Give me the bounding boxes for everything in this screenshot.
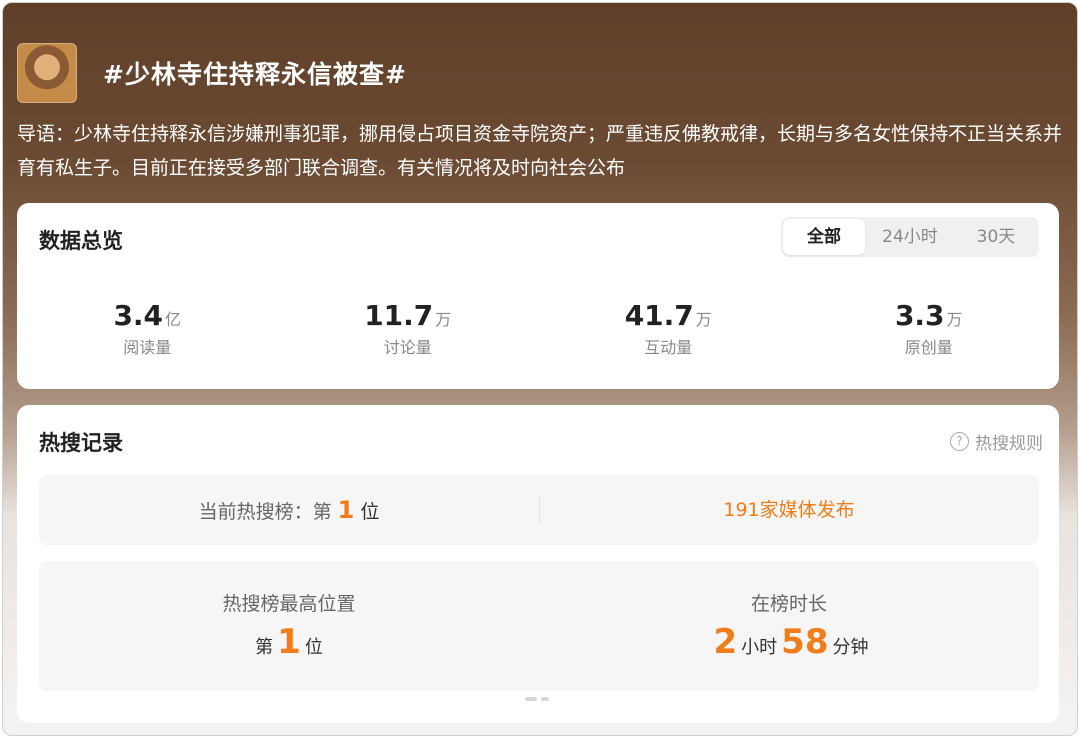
stat-label: 讨论量: [383, 338, 432, 357]
stat-unit: 万: [946, 310, 963, 329]
topic-page: #少林寺住持释永信被查# 导语：少林寺住持释永信涉嫌刑事犯罪，挪用侵占项目资金寺…: [2, 2, 1078, 736]
peak-position: 热搜榜最高位置 第1位: [39, 561, 539, 691]
peak-prefix: 第: [255, 637, 274, 658]
topic-header: #少林寺住持释永信被查#: [17, 41, 407, 105]
stat-unit: 亿: [165, 310, 182, 329]
stat-label: 原创量: [904, 338, 953, 357]
current-rank-prefix: 当前热搜榜：第: [198, 501, 332, 523]
topic-title: #少林寺住持释永信被查#: [103, 60, 407, 89]
stat-unit: 万: [435, 310, 452, 329]
peak-suffix: 位: [304, 637, 323, 658]
tab-all[interactable]: 全部: [783, 219, 865, 255]
current-rank-suffix: 位: [360, 501, 380, 523]
current-rank: 当前热搜榜：第 1 位: [39, 475, 539, 545]
stat-label: 阅读量: [123, 338, 172, 357]
stat-originals: 3.3 万 原创量: [799, 299, 1060, 358]
current-rank-box: 当前热搜榜：第 1 位 191家媒体发布: [39, 475, 1039, 545]
topic-avatar: [17, 43, 77, 103]
stat-value: 3.3: [894, 299, 945, 332]
stat-unit: 万: [695, 310, 712, 329]
peak-rank-number: 1: [277, 622, 301, 662]
page-indicator: [525, 697, 549, 701]
duration-minutes-unit: 分钟: [832, 637, 869, 658]
stat-value: 11.7: [364, 299, 434, 332]
stats-row: 3.4 亿 阅读量 11.7 万 讨论量 41.7 万 互动量 3.3 万 原创量: [17, 299, 1059, 358]
stat-value: 41.7: [624, 299, 694, 332]
page-dot: [525, 697, 537, 701]
time-range-tabs: 全部 24小时 30天: [781, 217, 1039, 257]
current-rank-number: 1: [337, 496, 355, 524]
topic-intro: 导语：少林寺住持释永信涉嫌刑事犯罪，挪用侵占项目资金寺院资产；严重违反佛教戒律，…: [17, 123, 1063, 179]
stat-interactions: 41.7 万 互动量: [538, 299, 799, 358]
hot-search-title: 热搜记录: [39, 431, 123, 455]
stat-value: 3.4: [113, 299, 164, 332]
duration-hours: 2: [713, 622, 738, 662]
overview-title: 数据总览: [39, 229, 123, 253]
duration-hours-unit: 小时: [741, 637, 778, 658]
page-dot: [541, 697, 549, 701]
hot-search-rules-link[interactable]: ? 热搜规则: [950, 429, 1043, 454]
duration-label: 在榜时长: [750, 593, 827, 615]
tab-30d[interactable]: 30天: [955, 219, 1037, 255]
rules-label: 热搜规则: [975, 434, 1043, 454]
data-overview-card: 数据总览 全部 24小时 30天 3.4 亿 阅读量 11.7 万 讨论量 41.7…: [17, 203, 1059, 389]
on-list-duration: 在榜时长 2 小时 58 分钟: [539, 561, 1039, 691]
stat-reads: 3.4 亿 阅读量: [17, 299, 278, 358]
question-circle-icon: ?: [950, 432, 969, 451]
peak-stats-box: 热搜榜最高位置 第1位 在榜时长 2 小时 58 分钟: [39, 561, 1039, 691]
media-count-link[interactable]: 191家媒体发布: [539, 475, 1039, 545]
stat-label: 互动量: [644, 338, 693, 357]
peak-label: 热搜榜最高位置: [222, 593, 356, 615]
stat-discussions: 11.7 万 讨论量: [278, 299, 539, 358]
duration-minutes: 58: [781, 622, 829, 662]
hot-search-card: 热搜记录 ? 热搜规则 当前热搜榜：第 1 位 191家媒体发布 热搜榜最高位置 第…: [17, 405, 1059, 723]
tab-24h[interactable]: 24小时: [869, 219, 951, 255]
